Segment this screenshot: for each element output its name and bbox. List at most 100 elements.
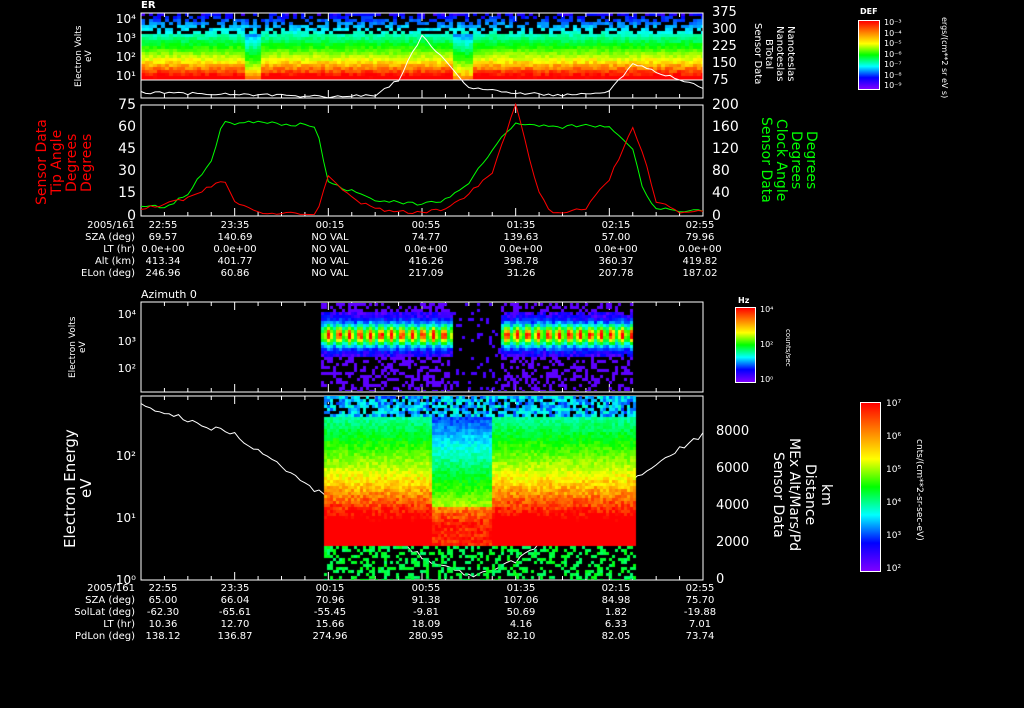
table-cell: 84.98 (601, 595, 631, 606)
colorbar3 (735, 307, 756, 383)
colorbar4 (860, 402, 881, 572)
colorbar4-tick: 10⁵ (886, 464, 902, 475)
colorbar4-tick: 10⁶ (886, 431, 902, 442)
table-cell: -19.88 (683, 607, 717, 618)
table-cell: 60.86 (220, 268, 250, 279)
colorbar1-tick: 10⁻⁷ (884, 60, 902, 70)
panel1-right-label: Nanoteslas Nanoteslas BTotal Sensor Data (752, 23, 796, 85)
panel4-ytick: 10⁰ (115, 572, 136, 587)
colorbar1-tick: 10⁻³ (884, 18, 902, 28)
tip-angle-tick: 30 (118, 163, 136, 180)
time-tick-label: 23:35 (220, 220, 250, 231)
table-row-label: SolLat (deg) (74, 607, 135, 618)
table-cell: 7.01 (688, 619, 712, 630)
table-cell: 70.96 (315, 595, 345, 606)
colorbar4-tick: 10³ (886, 530, 902, 541)
colorbar3-tick: 10⁰ (760, 375, 774, 385)
tip-angle-tick: 75 (118, 96, 136, 113)
panel4-right-tick: 6000 (716, 461, 750, 477)
table-cell: 419.82 (682, 256, 718, 267)
colorbar3-title: Hz (738, 296, 750, 305)
time-tick-label: 00:55 (411, 220, 441, 231)
colorbar1-title: DEF (860, 7, 878, 16)
table-cell: 274.96 (312, 631, 348, 642)
colorbar1-tick: 10⁻⁵ (884, 39, 902, 49)
panel1-ytick: 10³ (115, 30, 136, 45)
table-cell: 398.78 (503, 256, 539, 267)
table-cell: 31.26 (506, 268, 536, 279)
table-cell: 79.96 (685, 232, 715, 243)
colorbar4-tick: 10⁴ (886, 497, 902, 508)
colorbar1-tick: 10⁻⁶ (884, 49, 902, 59)
table-cell: 401.77 (217, 256, 253, 267)
table-row-label: ELon (deg) (81, 268, 135, 279)
table-cell: 107.06 (503, 595, 539, 606)
panel4-right-tick: 0 (716, 572, 725, 588)
tip-angle-tick: 60 (118, 118, 136, 135)
table-cell: 139.63 (503, 232, 539, 243)
table-cell: 15.66 (315, 619, 345, 630)
colorbar3-tick: 10² (760, 340, 774, 350)
table-cell: 4.16 (509, 619, 533, 630)
panel1-ytick: 10⁴ (115, 11, 136, 26)
panel4-right-tick: 2000 (716, 535, 750, 551)
panel1-right-tick: 375 (712, 5, 737, 21)
table-cell: 1.82 (604, 607, 628, 618)
panel1-right-tick: 75 (712, 73, 729, 89)
table-cell: 0.0e+00 (678, 244, 722, 255)
colorbar1-unit: ergs/(cm**2 sr eV s) (940, 16, 949, 99)
table-cell: 0.0e+00 (594, 244, 638, 255)
time-tick-label: 02:55 (685, 220, 715, 231)
clock-angle-tick: 0 (712, 207, 721, 224)
table-cell: 0.0e+00 (213, 244, 257, 255)
table-cell: 0.0e+00 (499, 244, 543, 255)
table-cell: 69.57 (148, 232, 178, 243)
panel1-right-tick: 300 (712, 22, 737, 38)
panel1-right-tick: 225 (712, 39, 737, 55)
table-cell: 138.12 (145, 631, 181, 642)
panel1-ytick: 10² (115, 49, 136, 64)
table-cell: 280.95 (408, 631, 444, 642)
time-tick-label: 02:15 (601, 220, 631, 231)
table-cell: 74.77 (411, 232, 441, 243)
clock-angle-line (140, 120, 704, 213)
table-cell: 10.36 (148, 619, 178, 630)
table-cell: 413.34 (145, 256, 181, 267)
panel4-ylabel: Electron Energy eV (61, 429, 95, 548)
table-cell: 82.10 (506, 631, 536, 642)
time-tick-label: 23:35 (220, 583, 250, 594)
panel3-spectrogram (141, 303, 703, 391)
table-cell: -55.45 (313, 607, 347, 618)
table-cell: 12.70 (220, 619, 250, 630)
time-tick-label: 02:55 (685, 583, 715, 594)
panel4-ytick: 10¹ (115, 510, 136, 525)
table-cell: 140.69 (217, 232, 253, 243)
table-cell: 73.74 (685, 631, 715, 642)
clock-angle-tick: 160 (712, 118, 739, 135)
table-cell: NO VAL (311, 268, 349, 279)
time-tick-label: 00:15 (315, 220, 345, 231)
table-date: 2005/161 (87, 220, 135, 231)
table-cell: -9.81 (413, 607, 439, 618)
panel4-ytick: 10² (115, 448, 136, 463)
panel3-ytick: 10³ (117, 335, 136, 349)
colorbar4-unit: cnts/(cm**2-sr-sec-eV) (914, 439, 924, 541)
panel4-spectrogram (141, 396, 703, 580)
time-tick-label: 01:35 (506, 220, 536, 231)
table-row-label: LT (hr) (103, 244, 135, 255)
table-cell: 6.33 (604, 619, 628, 630)
btotal-line (140, 34, 704, 99)
table-cell: 187.02 (682, 268, 718, 279)
tip-angle-tick: 15 (118, 185, 136, 202)
tip-angle-tick: 45 (118, 141, 136, 157)
table-cell: -65.61 (218, 607, 252, 618)
tip-angle-line (140, 102, 704, 216)
colorbar1 (858, 20, 880, 90)
table-cell: 18.09 (411, 619, 441, 630)
panel1-ytick: 10¹ (115, 68, 136, 83)
colorbar3-unit: counts/sec (784, 329, 792, 367)
panel4-right-label: km Distance MEx Alt/Mars/Pd Sensor Data (770, 438, 834, 552)
clock-angle-tick: 80 (712, 163, 730, 180)
colorbar4-tick: 10² (886, 563, 902, 574)
table-cell: 360.37 (598, 256, 634, 267)
